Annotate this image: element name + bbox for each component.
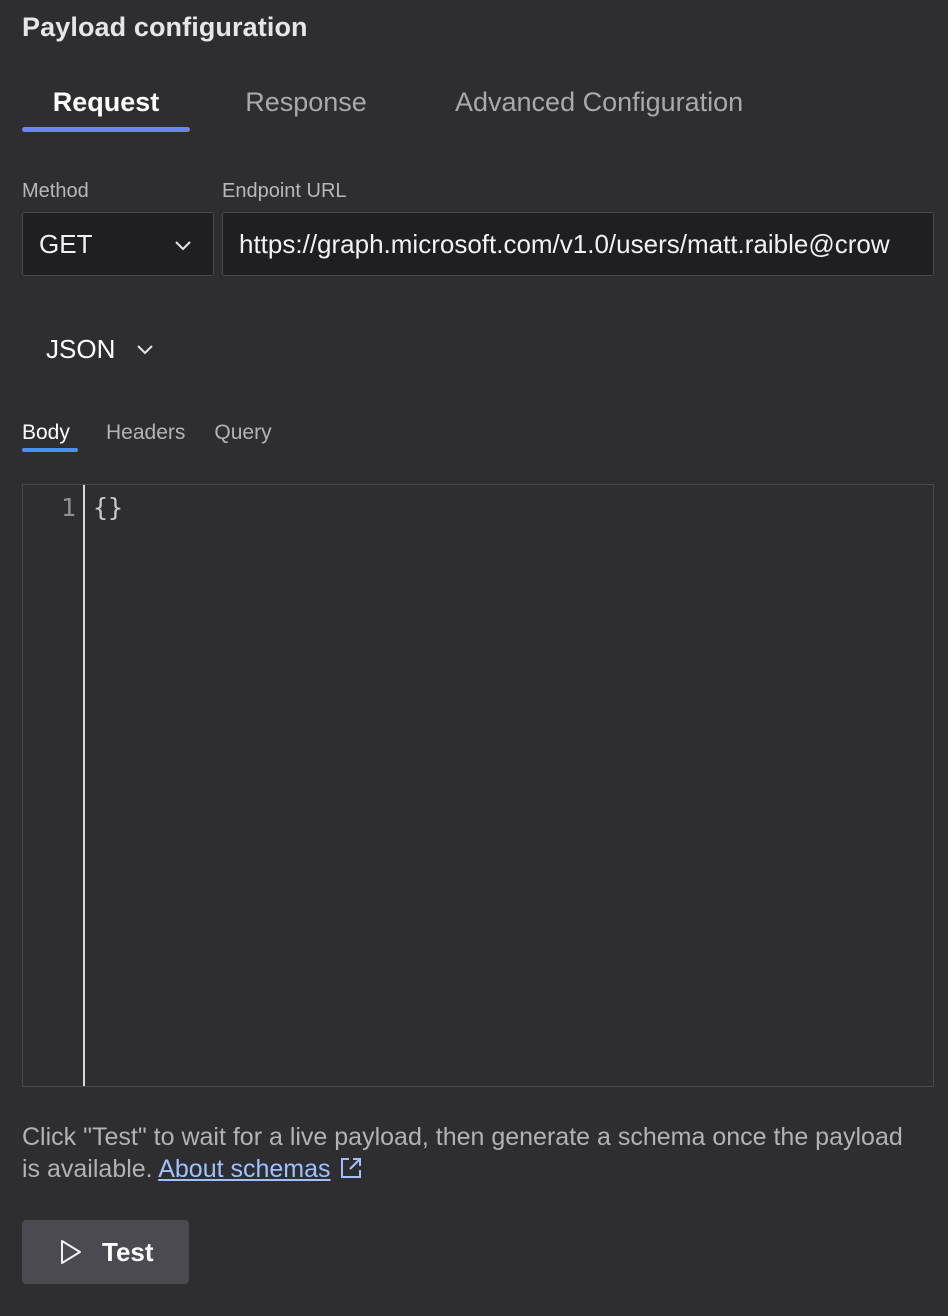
endpoint-url-label: Endpoint URL <box>222 180 347 202</box>
subtab-headers[interactable]: Headers <box>106 418 185 452</box>
code-line[interactable]: {} <box>93 493 123 522</box>
test-button[interactable]: Test <box>22 1220 189 1284</box>
body-format-value: JSON <box>46 333 116 364</box>
test-button-label: Test <box>102 1236 154 1267</box>
tab-request[interactable]: Request <box>22 80 190 132</box>
chevron-down-icon <box>137 345 154 355</box>
body-code-editor[interactable]: 1 {} <box>22 484 934 1087</box>
help-text: Click "Test" to wait for a live payload,… <box>22 1121 922 1185</box>
method-select[interactable]: GET <box>22 212 214 276</box>
payload-configuration-panel: Payload configuration Request Response A… <box>0 0 948 1316</box>
main-tabs: Request Response Advanced Configuration <box>22 80 786 132</box>
body-format-select[interactable]: JSON <box>46 328 155 370</box>
request-sub-tabs: Body Headers Query <box>22 418 301 452</box>
line-number: 1 <box>60 493 76 522</box>
subtab-body[interactable]: Body <box>22 418 78 452</box>
chevron-down-icon <box>175 241 191 251</box>
play-icon <box>61 1240 81 1264</box>
endpoint-url-input[interactable] <box>222 212 934 276</box>
panel-title: Payload configuration <box>22 12 308 42</box>
subtab-query[interactable]: Query <box>214 418 271 452</box>
about-schemas-link-label: About schemas <box>158 1155 331 1183</box>
help-message: Click "Test" to wait for a live payload,… <box>22 1123 903 1183</box>
tab-advanced-configuration[interactable]: Advanced Configuration <box>422 80 786 132</box>
tab-response[interactable]: Response <box>190 80 422 132</box>
about-schemas-link[interactable]: About schemas <box>158 1155 330 1183</box>
method-value: GET <box>39 228 93 259</box>
method-label: Method <box>22 180 89 202</box>
external-link-icon[interactable] <box>339 1156 363 1180</box>
editor-gutter: 1 <box>23 485 85 1086</box>
